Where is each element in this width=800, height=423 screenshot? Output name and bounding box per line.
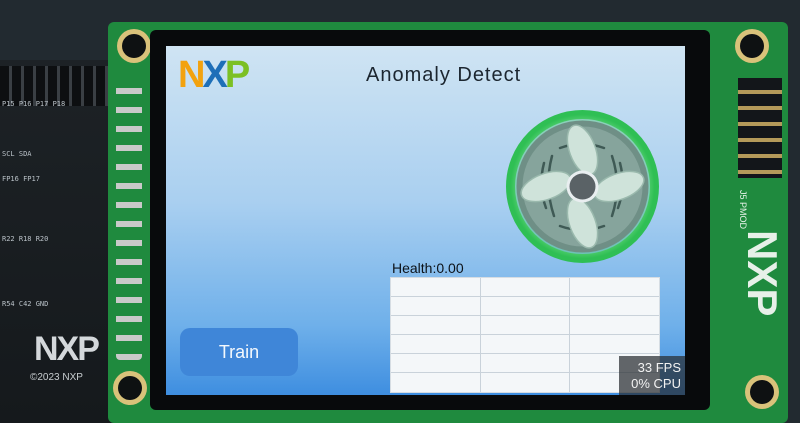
pmod-pins bbox=[738, 78, 782, 178]
silk-text: FP16 FP17 bbox=[2, 175, 40, 183]
fan-icon bbox=[504, 108, 661, 265]
perf-overlay: 33 FPS 0% CPU bbox=[619, 356, 685, 395]
silk-text: R54 C42 GND bbox=[2, 300, 49, 308]
logo-letter: N bbox=[178, 54, 206, 96]
pcb-logo: NXP bbox=[739, 230, 786, 317]
lcd-screen: N X P Anomaly Detect Health:0.00 Train 3… bbox=[166, 46, 685, 395]
grid-line bbox=[391, 353, 659, 354]
mount-hole bbox=[740, 34, 764, 58]
silk-text: R22 R18 R20 bbox=[2, 235, 49, 243]
mount-hole bbox=[750, 380, 774, 404]
logo-letter: X bbox=[202, 54, 227, 96]
pin-header bbox=[116, 80, 142, 360]
board-logo: NXP bbox=[34, 330, 100, 368]
health-readout: Health:0.00 bbox=[392, 260, 464, 276]
train-button[interactable]: Train bbox=[180, 328, 298, 376]
pmod-label: J5 PMOD bbox=[738, 190, 748, 230]
cpu-readout: 0% CPU bbox=[631, 375, 681, 391]
mount-hole bbox=[118, 376, 142, 400]
grid-line bbox=[391, 296, 659, 297]
grid-line bbox=[569, 278, 570, 392]
grid-line bbox=[480, 278, 481, 392]
app-title: Anomaly Detect bbox=[366, 64, 522, 86]
grid-line bbox=[391, 315, 659, 316]
silk-text: P15 P16 P17 P18 bbox=[2, 100, 66, 108]
grid-line bbox=[391, 334, 659, 335]
board-copyright: ©2023 NXP bbox=[30, 372, 83, 383]
silk-text: SCL SDA bbox=[2, 150, 32, 158]
mount-hole bbox=[122, 34, 146, 58]
fps-readout: 33 FPS bbox=[637, 359, 681, 375]
logo-letter: P bbox=[224, 54, 250, 96]
nxp-logo: N X P bbox=[178, 54, 250, 96]
